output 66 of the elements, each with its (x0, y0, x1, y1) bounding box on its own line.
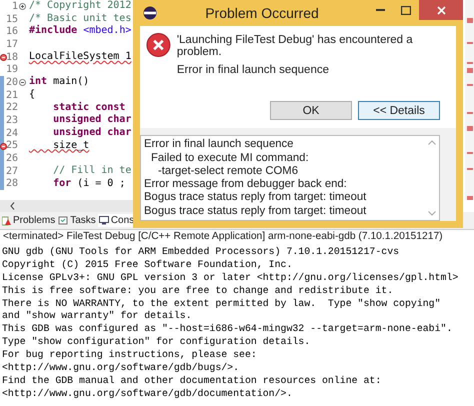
line-number: 1 (10, 0, 18, 12)
code-line: LocalFileSystem 1 (28, 50, 132, 64)
code-line: unsigned char (52, 114, 132, 126)
line-number: 18 (5, 52, 18, 63)
console-line: This is free software: you are free to change and redistribute it. (2, 284, 394, 298)
view-tab[interactable]: Problems (1, 214, 56, 227)
code-line: static const (52, 102, 126, 114)
code-line: /* Basic unit tes (28, 12, 132, 24)
console-line: Type "show configuration" for configuration details. (2, 336, 310, 350)
console-line: Copyright (C) 2015 Free Software Foundation, Inc. (2, 258, 292, 272)
code-line: /* Copyright 2012 (28, 0, 132, 13)
line-number: 23 (5, 115, 18, 126)
detail-line: Failed to execute MI command: (150, 152, 310, 165)
line-number: 26 (5, 153, 18, 164)
code-line: int main() (28, 76, 90, 89)
horizontal-scrollbar[interactable] (0, 200, 136, 212)
code-line: size_t (52, 140, 90, 152)
console-line: Find the GDB manual and other documentation resources online at: (2, 374, 382, 388)
code-line: // Fill in te (52, 164, 132, 178)
console-line: License GPLv3+: GNU GPL version 3 or later <http://gnu.org/licenses/gpl.html> (2, 272, 458, 285)
line-number: 25 (5, 140, 18, 152)
error-reason: Error in final launch sequence (176, 64, 330, 76)
task-list-icon (58, 216, 68, 225)
dialog-title: Problem Occurred (204, 5, 320, 22)
minimize-icon[interactable] (376, 9, 384, 11)
close-icon[interactable] (436, 6, 446, 14)
collapse-icon[interactable] (19, 79, 26, 86)
close-button[interactable] (419, 0, 463, 20)
line-number: 16 (5, 26, 18, 38)
detail-line: Error in final launch sequence (144, 138, 294, 152)
console-line: <http://www.gnu.org/software/gdb/documentation/>. (2, 388, 292, 401)
detail-line: Bogus trace status reply from target: timeout (144, 204, 368, 218)
dialog-button[interactable]: OK (270, 101, 352, 120)
console-line: This GDB was configured as "--host=i686-w64-mingw32 --target=arm-none-eabi". (2, 323, 452, 336)
line-number: 21 (5, 90, 18, 101)
console-line: For bug reporting instructions, please see: (2, 349, 257, 362)
line-number: 15 (5, 14, 18, 25)
code-line: { (28, 88, 36, 102)
detail-line: Bogus trace status reply from target: timeout (144, 191, 368, 205)
warning-list-icon (2, 216, 11, 226)
expand-icon[interactable] (19, 3, 26, 10)
code-line: unsigned char (52, 126, 132, 140)
console-header: <terminated> FileTest Debug [C/C++ Remote Application] arm-none-eabi-gdb (7.10.1.20151217) (2, 230, 444, 244)
line-number: 22 (5, 102, 18, 114)
code-line: #include <mbed.h> (28, 25, 132, 38)
line-number: 24 (5, 128, 18, 139)
console-line: GNU gdb (GNU Tools for ARM Embedded Processors) 7.10.1.20151217-cvs (2, 246, 400, 259)
console-line: There is NO WARRANTY, to the extent permitted by law. Type "show copying" (2, 298, 441, 310)
line-number: 17 (5, 38, 18, 50)
detail-line: -target-select remote COM6 (157, 164, 299, 178)
app-icon (143, 6, 157, 20)
line-number: 20 (5, 76, 18, 88)
console-line: and "show warranty" for details. (2, 310, 192, 324)
error-icon (146, 32, 171, 58)
maximize-icon[interactable] (401, 6, 411, 14)
view-tab[interactable]: Tasks (57, 214, 97, 227)
detail-line: Error message from debugger back end: (144, 178, 348, 192)
line-number: 28 (5, 178, 18, 190)
error-message: 'Launching FileTest Debug' has encountered a problem. (176, 34, 414, 58)
monitor-icon (98, 216, 109, 225)
line-number: 27 (5, 166, 18, 177)
dialog-button[interactable]: << Details (358, 101, 440, 120)
line-number: 19 (5, 64, 18, 76)
view-tab[interactable]: Cons (98, 214, 136, 227)
code-line: for (i = 0 ; (52, 178, 126, 190)
console-line: <http://www.gnu.org/software/gdb/bugs/>. (2, 362, 240, 375)
